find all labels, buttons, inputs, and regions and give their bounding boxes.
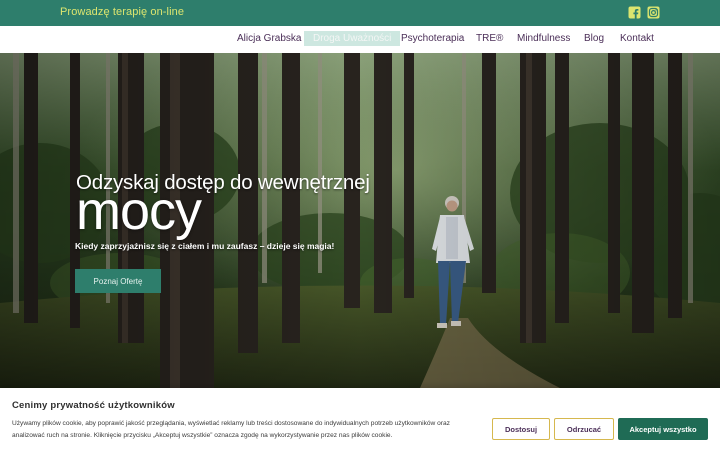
nav-item-alicja-grabska[interactable]: Alicja Grabska bbox=[237, 33, 301, 44]
nav-item-tre[interactable]: TRE® bbox=[476, 33, 503, 44]
nav-item-mindfulness[interactable]: Mindfulness bbox=[517, 33, 570, 44]
nav-item-blog[interactable]: Blog bbox=[584, 33, 604, 44]
offer-button[interactable]: Poznaj Ofertę bbox=[75, 269, 161, 293]
customize-button[interactable]: Dostosuj bbox=[492, 418, 550, 440]
nav-item-droga-uwaznosci[interactable]: Droga Uważności bbox=[304, 31, 401, 46]
instagram-icon[interactable] bbox=[647, 6, 660, 19]
hero-section: Odzyskaj dostęp do wewnętrznej mocy Kied… bbox=[0, 53, 720, 388]
nav-item-kontakt[interactable]: Kontakt bbox=[620, 33, 654, 44]
main-nav: Alicja Grabska Droga Uważności Psychoter… bbox=[0, 26, 720, 53]
cookie-banner-title: Cenimy prywatność użytkowników bbox=[12, 400, 175, 411]
reject-button[interactable]: Odrzucać bbox=[554, 418, 614, 440]
topbar-tagline: Prowadzę terapię on-line bbox=[60, 6, 185, 18]
hero-headline-big: mocy bbox=[76, 181, 202, 241]
facebook-icon[interactable] bbox=[628, 6, 641, 19]
hero-subtitle: Kiedy zaprzyjaźnisz się z ciałem i mu za… bbox=[75, 241, 335, 251]
top-bar: Prowadzę terapię on-line bbox=[0, 0, 720, 26]
accept-all-button[interactable]: Akceptuj wszystko bbox=[618, 418, 708, 440]
nav-item-psychoterapia[interactable]: Psychoterapia bbox=[401, 33, 464, 44]
cookie-banner-text: Używamy plików cookie, aby poprawić jako… bbox=[12, 420, 450, 439]
cookie-banner: Cenimy prywatność użytkowników Używamy p… bbox=[0, 388, 720, 450]
